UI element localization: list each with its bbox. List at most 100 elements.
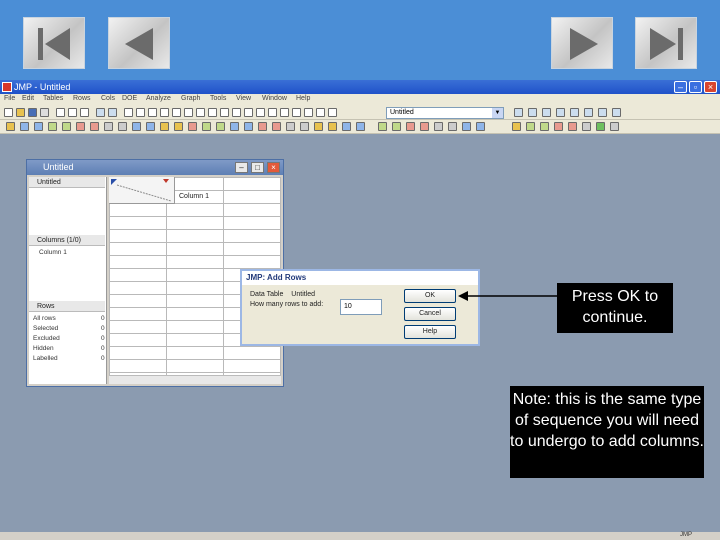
fit-model-icon[interactable]	[48, 122, 57, 131]
cancel-button[interactable]: Cancel	[404, 307, 456, 321]
data-table-close-button[interactable]: ×	[267, 162, 280, 173]
crosshair-icon[interactable]	[172, 108, 181, 117]
rows-panel-header[interactable]: Rows	[29, 301, 105, 312]
matched-pairs-icon[interactable]	[34, 122, 43, 131]
contour-plot-icon[interactable]	[174, 122, 183, 131]
paste-icon[interactable]	[80, 108, 89, 117]
annotate-icon[interactable]	[220, 108, 229, 117]
table-selector-dropdown[interactable]: Untitled ▼	[386, 107, 504, 119]
summary-icon[interactable]	[512, 122, 521, 131]
layout-view-icon[interactable]	[584, 108, 593, 117]
help-button[interactable]: Help	[404, 325, 456, 339]
previous-slide-button[interactable]	[108, 17, 170, 69]
menu-file[interactable]: File	[4, 95, 15, 102]
refresh-icon[interactable]	[328, 108, 337, 117]
cluster-icon[interactable]	[90, 122, 99, 131]
sample-size-icon[interactable]	[462, 122, 471, 131]
layout-icon[interactable]	[316, 108, 325, 117]
scatter-matrix-icon[interactable]	[356, 122, 365, 131]
horizontal-scrollbar[interactable]	[109, 375, 281, 384]
menu-help[interactable]: Help	[296, 95, 310, 102]
concatenate-icon[interactable]	[596, 122, 605, 131]
ok-button[interactable]: OK	[404, 289, 456, 303]
simple-shape-icon[interactable]	[256, 108, 265, 117]
copy-icon[interactable]	[68, 108, 77, 117]
survival-icon[interactable]	[104, 122, 113, 131]
spinning-plot-icon[interactable]	[188, 122, 197, 131]
split-icon[interactable]	[568, 122, 577, 131]
lasso-icon[interactable]	[184, 108, 193, 117]
table-panel-header[interactable]: Untitled	[29, 177, 105, 188]
multivariate-icon[interactable]	[76, 122, 85, 131]
nonlinear-fit-icon[interactable]	[62, 122, 71, 131]
help-pointer-icon[interactable]	[136, 108, 145, 117]
brush-icon[interactable]	[196, 108, 205, 117]
taguchi-icon[interactable]	[476, 122, 485, 131]
menu-tables[interactable]: Tables	[43, 95, 63, 102]
next-slide-button[interactable]	[551, 17, 613, 69]
cut-icon[interactable]	[56, 108, 65, 117]
polygon-tool-icon[interactable]	[244, 108, 253, 117]
journal-icon[interactable]	[570, 108, 579, 117]
menu-graph[interactable]: Graph	[181, 95, 200, 102]
line-tool-icon[interactable]	[232, 108, 241, 117]
zoom-tool-icon[interactable]	[304, 108, 313, 117]
app-restore-button[interactable]: ▫	[689, 81, 702, 93]
new-file-icon[interactable]	[4, 108, 13, 117]
diagram-icon[interactable]	[328, 122, 337, 131]
sort-icon[interactable]	[540, 122, 549, 131]
menu-view[interactable]: View	[236, 95, 251, 102]
chart-icon[interactable]	[132, 122, 141, 131]
scroll-icon[interactable]	[208, 108, 217, 117]
select-arrow-icon[interactable]	[124, 108, 133, 117]
first-slide-button[interactable]	[23, 17, 85, 69]
last-slide-button[interactable]	[635, 17, 697, 69]
menu-doe[interactable]: DOE	[122, 95, 137, 102]
menu-cols[interactable]: Cols	[101, 95, 115, 102]
response-surface-icon[interactable]	[406, 122, 415, 131]
search-icon[interactable]	[108, 108, 117, 117]
tree-map-icon[interactable]	[230, 122, 239, 131]
scatterplot-3d-icon[interactable]	[160, 122, 169, 131]
data-table-title-bar[interactable]: Untitled – □ ×	[27, 160, 283, 175]
ishikawa-icon[interactable]	[272, 122, 281, 131]
pareto-icon[interactable]	[258, 122, 267, 131]
mixture-design-icon[interactable]	[434, 122, 443, 131]
window-list-icon[interactable]	[556, 108, 565, 117]
overlay-plot-icon[interactable]	[146, 122, 155, 131]
ternary-plot-icon[interactable]	[314, 122, 323, 131]
menu-analyze[interactable]: Analyze	[146, 95, 171, 102]
pencil-icon[interactable]	[280, 108, 289, 117]
parallel-plot-icon[interactable]	[216, 122, 225, 131]
column-list-item[interactable]: Column 1	[39, 249, 67, 256]
augment-design-icon[interactable]	[448, 122, 457, 131]
column-header[interactable]: Column 1	[179, 193, 209, 200]
join-icon[interactable]	[610, 122, 619, 131]
arrange-icon[interactable]	[542, 108, 551, 117]
menu-rows[interactable]: Rows	[73, 95, 91, 102]
full-factorial-icon[interactable]	[420, 122, 429, 131]
control-chart-icon[interactable]	[244, 122, 253, 131]
menu-tools[interactable]: Tools	[210, 95, 226, 102]
menu-window[interactable]: Window	[262, 95, 287, 102]
text-tool-icon[interactable]	[292, 108, 301, 117]
fit-y-by-x-icon[interactable]	[20, 122, 29, 131]
surface-plot-icon[interactable]	[300, 122, 309, 131]
undo-icon[interactable]	[96, 108, 105, 117]
print-icon[interactable]	[40, 108, 49, 117]
time-series-icon[interactable]	[118, 122, 127, 131]
rows-count-input[interactable]: 10	[340, 299, 382, 315]
cascade-icon[interactable]	[528, 108, 537, 117]
report-icon[interactable]	[598, 108, 607, 117]
cell-plot-icon[interactable]	[342, 122, 351, 131]
grid-corner[interactable]	[109, 177, 175, 204]
open-folder-icon[interactable]	[16, 108, 25, 117]
data-table-maximize-button[interactable]: □	[251, 162, 264, 173]
stack-icon[interactable]	[554, 122, 563, 131]
tile-icon[interactable]	[514, 108, 523, 117]
dialog-title-bar[interactable]: JMP: Add Rows	[242, 271, 478, 285]
magnifier-icon[interactable]	[160, 108, 169, 117]
circle-tool-icon[interactable]	[268, 108, 277, 117]
script-icon[interactable]	[612, 108, 621, 117]
app-close-button[interactable]: ×	[704, 81, 717, 93]
